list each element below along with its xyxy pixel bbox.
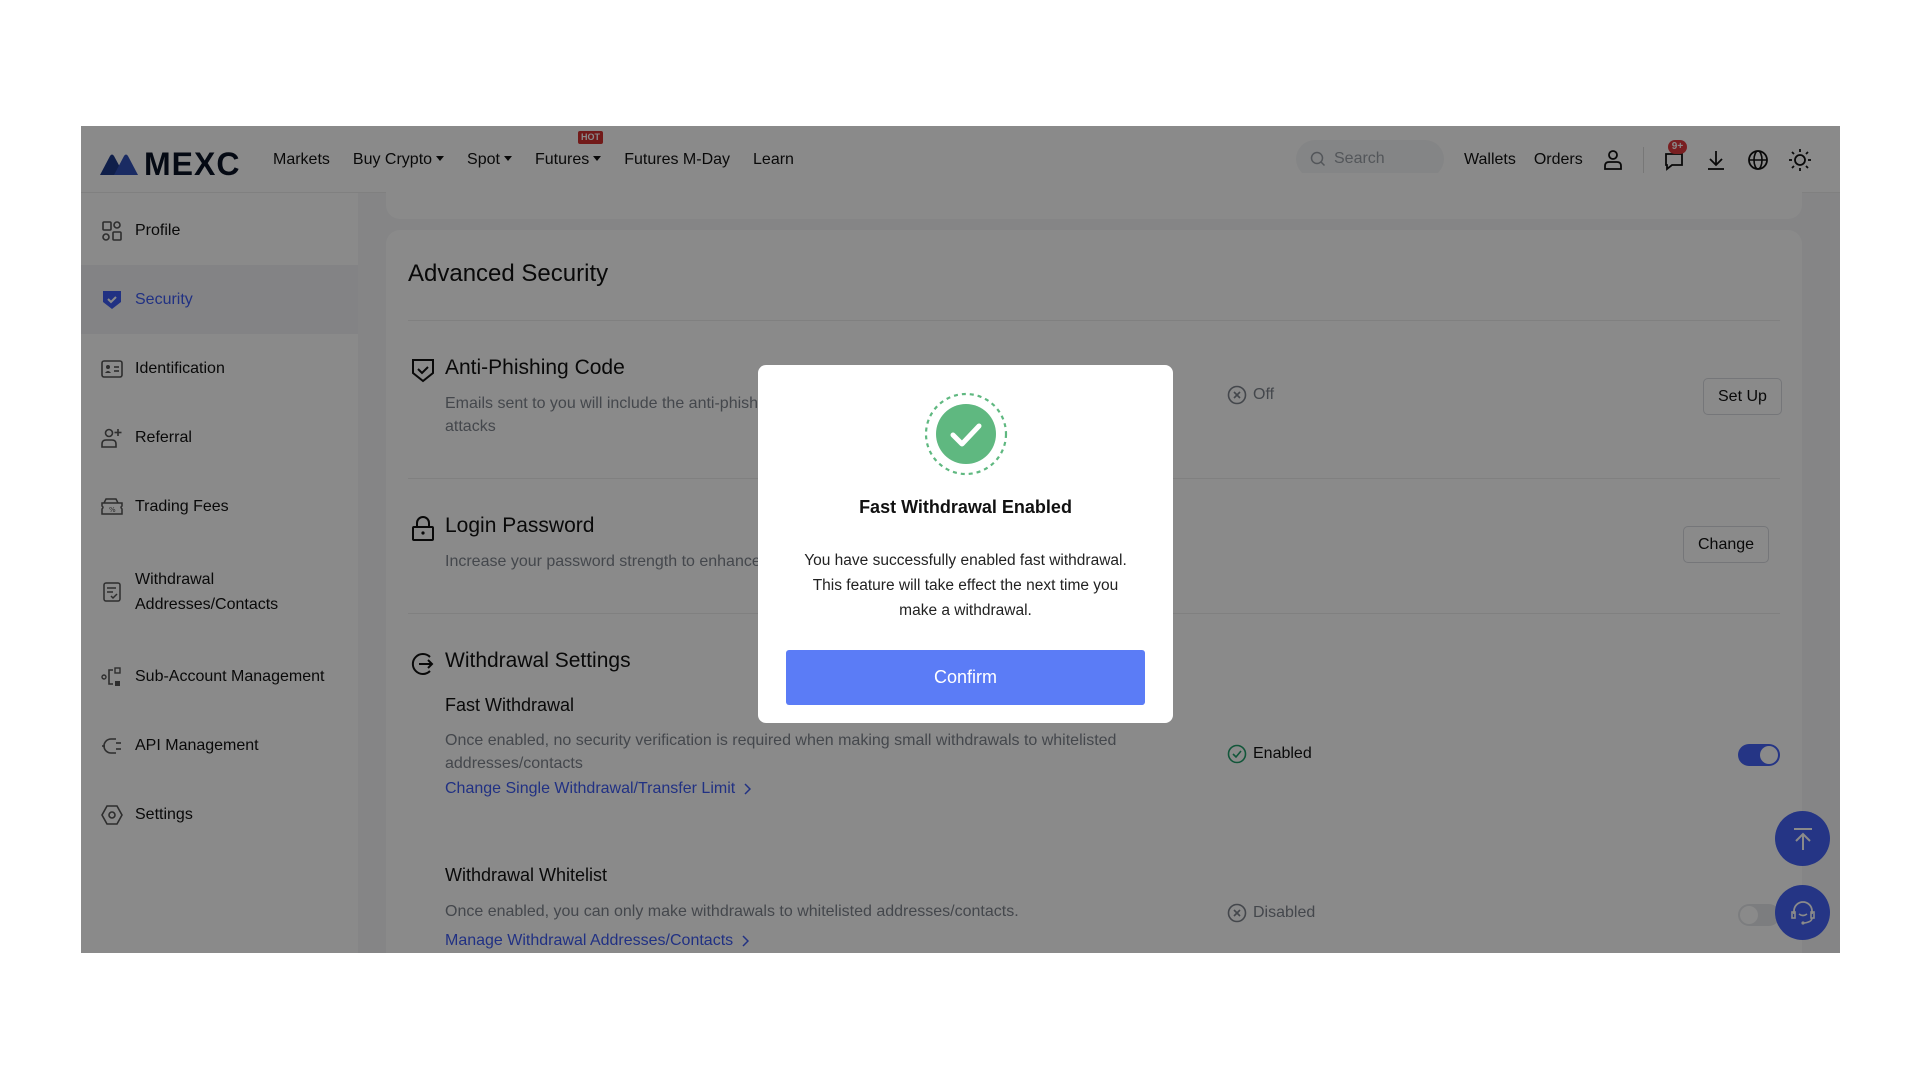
- modal-message: You have successfully enabled fast withd…: [788, 548, 1143, 623]
- success-check-icon: [924, 392, 1008, 476]
- modal-title: Fast Withdrawal Enabled: [859, 497, 1072, 517]
- confirm-button[interactable]: Confirm: [786, 650, 1145, 705]
- success-modal: Fast Withdrawal Enabled You have success…: [758, 365, 1173, 723]
- modal-message-line: This feature will take effect the next t…: [812, 577, 1119, 594]
- modal-message-line: You have successfully enabled fast withd…: [804, 552, 1127, 569]
- modal-message-line: make a withdrawal.: [899, 602, 1032, 619]
